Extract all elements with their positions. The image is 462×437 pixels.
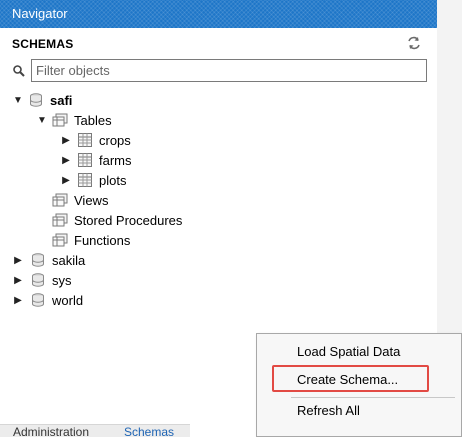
tree-item-world[interactable]: ▶ world <box>12 290 83 310</box>
collapsed-arrow-icon[interactable]: ▶ <box>60 175 72 186</box>
functions-folder-icon <box>52 232 68 248</box>
search-icon <box>12 64 26 78</box>
tab-schemas[interactable]: Schemas <box>124 426 174 437</box>
table-icon <box>77 132 93 148</box>
tree-item-farms[interactable]: ▶ farms <box>60 150 132 170</box>
tree-item-sakila[interactable]: ▶ sakila <box>12 250 85 270</box>
tree-label-safi: safi <box>50 92 73 108</box>
tree-label-sys: sys <box>52 272 72 288</box>
database-icon <box>30 292 46 308</box>
tree-item-sys[interactable]: ▶ sys <box>12 270 72 290</box>
tree-item-views[interactable]: Views <box>52 190 108 210</box>
menu-item-load-spatial-data[interactable]: Load Spatial Data <box>297 344 400 359</box>
tree-label-plots: plots <box>99 172 127 188</box>
tab-administration[interactable]: Administration <box>13 426 89 437</box>
context-menu: Load Spatial Data Create Schema... Refre… <box>256 333 462 437</box>
views-folder-icon <box>52 192 68 208</box>
database-icon <box>28 92 44 108</box>
menu-item-create-schema[interactable]: Create Schema... <box>297 372 398 387</box>
procedures-folder-icon <box>52 212 68 228</box>
tree-label-world: world <box>52 292 84 308</box>
collapsed-arrow-icon[interactable]: ▶ <box>12 255 24 266</box>
tree-item-functions[interactable]: Functions <box>52 230 130 250</box>
tree-item-plots[interactable]: ▶ plots <box>60 170 126 190</box>
refresh-icon[interactable] <box>406 35 422 51</box>
collapsed-arrow-icon[interactable]: ▶ <box>60 155 72 166</box>
tree-label-crops: crops <box>99 132 131 148</box>
tree-label-tables: Tables <box>74 112 112 128</box>
navigator-title: Navigator <box>12 6 68 21</box>
expanded-arrow-icon[interactable]: ▼ <box>36 115 48 126</box>
tree-item-crops[interactable]: ▶ crops <box>60 130 131 150</box>
database-icon <box>30 272 46 288</box>
collapsed-arrow-icon[interactable]: ▶ <box>12 295 24 306</box>
tree-item-tables[interactable]: ▼ Tables <box>36 110 112 130</box>
tree-item-stored-procedures[interactable]: Stored Procedures <box>52 210 182 230</box>
navigator-titlebar: Navigator <box>0 0 437 28</box>
tree-label-sakila: sakila <box>52 252 86 268</box>
table-icon <box>77 152 93 168</box>
tree-label-stored-procedures: Stored Procedures <box>74 212 183 228</box>
tree-label-functions: Functions <box>74 232 131 248</box>
menu-item-refresh-all[interactable]: Refresh All <box>297 403 360 418</box>
schemas-header: SCHEMAS <box>12 37 74 51</box>
tree-label-farms: farms <box>99 152 132 168</box>
collapsed-arrow-icon[interactable]: ▶ <box>12 275 24 286</box>
tree-label-views: Views <box>74 192 109 208</box>
tree-item-safi[interactable]: ▼ safi <box>12 90 72 110</box>
expanded-arrow-icon[interactable]: ▼ <box>12 95 24 106</box>
tables-folder-icon <box>52 112 68 128</box>
database-icon <box>30 252 46 268</box>
collapsed-arrow-icon[interactable]: ▶ <box>60 135 72 146</box>
menu-separator <box>291 397 455 398</box>
filter-objects-input[interactable] <box>31 59 427 82</box>
table-icon <box>77 172 93 188</box>
